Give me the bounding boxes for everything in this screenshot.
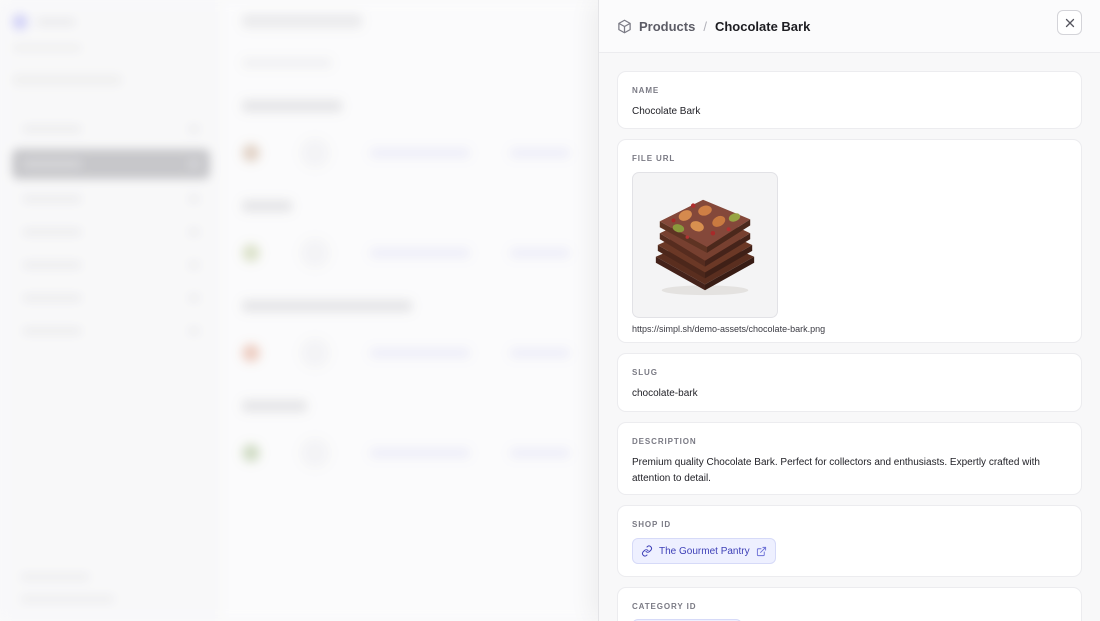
- product-detail-drawer: Products / Chocolate Bark NAME Chocolate…: [598, 0, 1100, 621]
- breadcrumb-products-link[interactable]: Products: [639, 19, 695, 34]
- field-value: Premium quality Chocolate Bark. Perfect …: [632, 457, 1040, 484]
- file-url-text[interactable]: https://simpl.sh/demo-assets/chocolate-b…: [632, 324, 1067, 334]
- field-label: NAME: [632, 86, 660, 95]
- breadcrumb-current: Chocolate Bark: [714, 18, 811, 34]
- shop-link-label: The Gourmet Pantry: [659, 545, 750, 557]
- drawer-body: NAME Chocolate Bark FILE URL https://sim…: [599, 53, 1100, 621]
- field-value: chocolate-bark: [632, 388, 698, 399]
- field-description: DESCRIPTION Premium quality Chocolate Ba…: [617, 422, 1082, 495]
- field-file-url: FILE URL https://simpl.sh/demo-assets/ch…: [617, 139, 1082, 343]
- close-icon: [1065, 18, 1074, 27]
- field-label: DESCRIPTION: [632, 437, 697, 446]
- breadcrumb: Products / Chocolate Bark: [617, 19, 810, 34]
- cube-icon: [618, 19, 631, 33]
- field-label: SLUG: [632, 368, 658, 377]
- close-button[interactable]: [1057, 10, 1082, 35]
- field-label: FILE URL: [632, 154, 676, 163]
- breadcrumb-separator: /: [703, 18, 707, 34]
- field-value: Chocolate Bark: [632, 106, 701, 117]
- drawer-header: Products / Chocolate Bark: [599, 0, 1100, 53]
- link-icon: [642, 545, 652, 557]
- field-category-id: CATEGORY ID: [617, 587, 1082, 621]
- field-name: NAME Chocolate Bark: [617, 71, 1082, 129]
- field-shop-id: SHOP ID The Gourmet Pantry: [617, 505, 1082, 577]
- chocolate-bark-image: [655, 199, 755, 296]
- field-slug: SLUG chocolate-bark: [617, 353, 1082, 412]
- field-label: SHOP ID: [632, 520, 672, 529]
- shop-link-button[interactable]: The Gourmet Pantry: [632, 538, 776, 564]
- product-image[interactable]: [632, 172, 778, 318]
- field-label: CATEGORY ID: [632, 602, 697, 611]
- external-link-icon: [756, 546, 766, 556]
